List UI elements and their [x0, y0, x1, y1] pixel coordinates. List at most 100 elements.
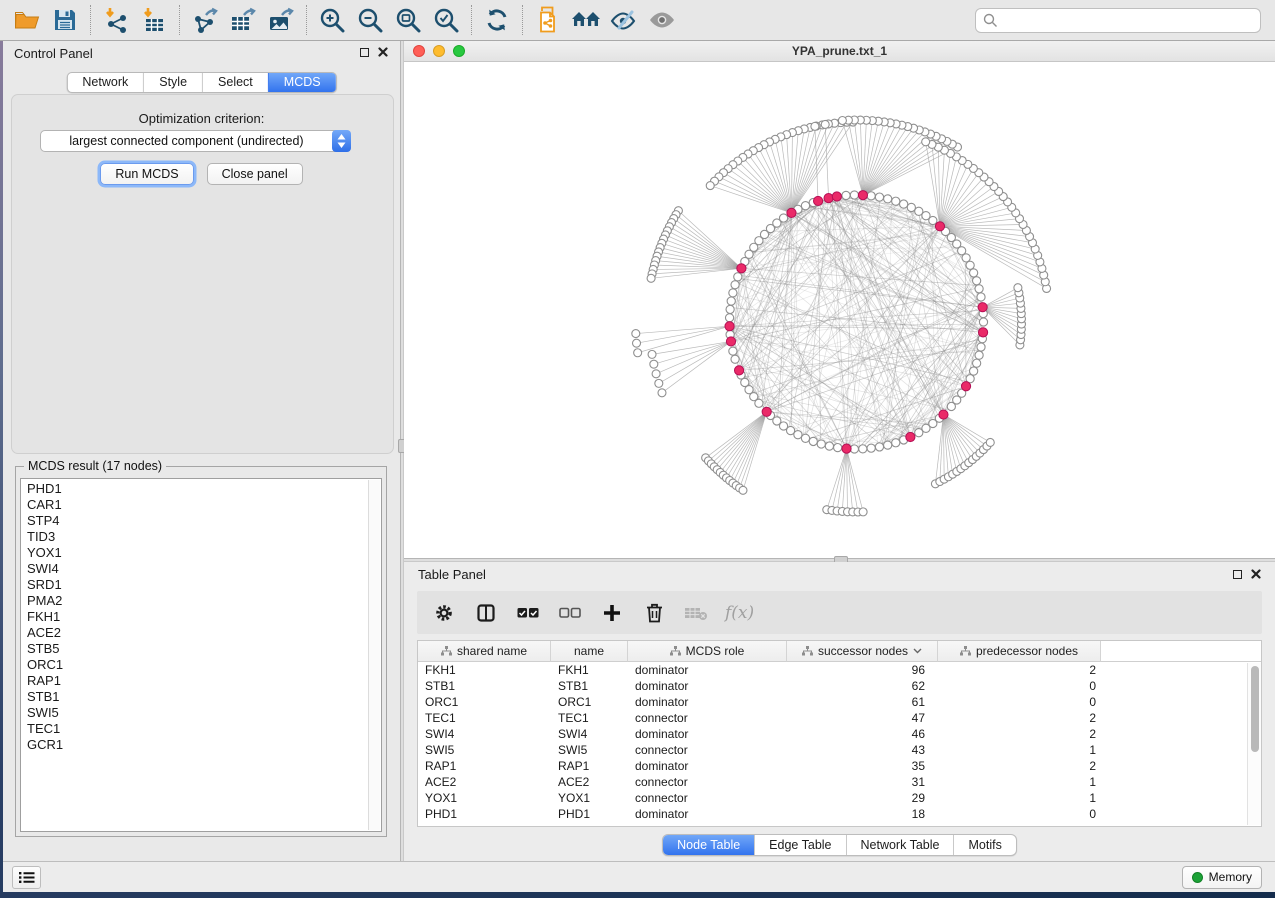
column-header-predecessor-nodes[interactable]: predecessor nodes — [938, 641, 1101, 662]
mcds-result-item[interactable]: PHD1 — [27, 481, 381, 497]
mcds-result-item[interactable]: FKH1 — [27, 609, 381, 625]
mcds-result-item[interactable]: TID3 — [27, 529, 381, 545]
zoom-in-icon — [319, 7, 345, 33]
export-table-button[interactable] — [224, 3, 262, 37]
save-session-button[interactable] — [46, 3, 84, 37]
run-mcds-button[interactable]: Run MCDS — [100, 163, 193, 185]
tab-edge-table[interactable]: Edge Table — [754, 835, 845, 855]
refresh-button[interactable] — [478, 3, 516, 37]
list-scrollbar[interactable] — [368, 480, 380, 830]
table-cell: ORC1 — [551, 695, 628, 709]
maximize-window-button[interactable] — [453, 45, 465, 57]
mcds-result-item[interactable]: GCR1 — [27, 737, 381, 753]
table-cell: 2 — [938, 759, 1101, 773]
table-cell: dominator — [628, 807, 787, 821]
mcds-result-list[interactable]: PHD1CAR1STP4TID3YOX1SWI4SRD1PMA2FKH1ACE2… — [20, 478, 382, 832]
export-image-button[interactable] — [262, 3, 300, 37]
import-network-button[interactable] — [97, 3, 135, 37]
first-neighbors-button[interactable] — [567, 3, 605, 37]
delete-column-button[interactable] — [641, 600, 667, 626]
network-graph[interactable] — [404, 62, 1275, 558]
table-row[interactable]: STB1STB1dominator620 — [418, 678, 1261, 694]
scrollbar-thumb[interactable] — [1251, 666, 1259, 752]
mcds-result-item[interactable]: PMA2 — [27, 593, 381, 609]
table-panel-title: Table Panel — [418, 567, 486, 582]
attribute-icon — [670, 646, 681, 656]
optimization-criterion-label: Optimization criterion: — [3, 111, 400, 126]
table-cell: 43 — [787, 743, 938, 757]
table-row[interactable]: PHD1PHD1dominator180 — [418, 806, 1261, 822]
close-panel-icon[interactable] — [378, 47, 388, 57]
open-file-button[interactable] — [8, 3, 46, 37]
tab-select[interactable]: Select — [202, 73, 268, 92]
table-cell: 61 — [787, 695, 938, 709]
table-row[interactable]: YOX1YOX1connector291 — [418, 790, 1261, 806]
show-all-button[interactable] — [643, 3, 681, 37]
memory-button[interactable]: Memory — [1182, 866, 1262, 889]
mcds-result-item[interactable]: ACE2 — [27, 625, 381, 641]
zoom-out-button[interactable] — [351, 3, 389, 37]
table-row[interactable]: RAP1RAP1dominator352 — [418, 758, 1261, 774]
table-cell: connector — [628, 743, 787, 757]
close-panel-button[interactable]: Close panel — [207, 163, 303, 185]
select-all-columns-button[interactable] — [515, 600, 541, 626]
mcds-result-item[interactable]: TEC1 — [27, 721, 381, 737]
network-window-titlebar[interactable]: YPA_prune.txt_1 — [404, 41, 1275, 62]
criterion-dropdown[interactable]: largest connected component (undirected) — [40, 130, 351, 152]
zoom-selected-button[interactable] — [427, 3, 465, 37]
network-canvas[interactable] — [404, 62, 1275, 558]
mcds-result-item[interactable]: SRD1 — [27, 577, 381, 593]
task-history-button[interactable] — [12, 866, 41, 889]
hide-selected-button[interactable] — [605, 3, 643, 37]
function-builder-button[interactable]: f(x) — [725, 603, 754, 623]
table-row[interactable]: SWI5SWI5connector431 — [418, 742, 1261, 758]
mcds-result-item[interactable]: RAP1 — [27, 673, 381, 689]
zoom-in-button[interactable] — [313, 3, 351, 37]
network-window: YPA_prune.txt_1 — [404, 41, 1275, 558]
float-panel-icon[interactable] — [1233, 570, 1242, 579]
mcds-result-item[interactable]: STB1 — [27, 689, 381, 705]
mcds-result-item[interactable]: ORC1 — [27, 657, 381, 673]
table-row[interactable]: TEC1TEC1connector472 — [418, 710, 1261, 726]
deselect-all-columns-button[interactable] — [557, 600, 583, 626]
mcds-result-item[interactable]: STP4 — [27, 513, 381, 529]
create-column-button[interactable] — [599, 600, 625, 626]
mcds-result-item[interactable]: STB5 — [27, 641, 381, 657]
table-cell: STB1 — [418, 679, 551, 693]
tab-mcds[interactable]: MCDS — [268, 73, 336, 92]
column-header-mcds-role[interactable]: MCDS role — [628, 641, 787, 662]
table-row[interactable]: SWI4SWI4dominator462 — [418, 726, 1261, 742]
tab-style[interactable]: Style — [143, 73, 202, 92]
close-panel-icon[interactable] — [1251, 569, 1261, 579]
mcds-result-item[interactable]: SWI4 — [27, 561, 381, 577]
tab-network[interactable]: Network — [67, 73, 143, 92]
tab-motifs[interactable]: Motifs — [953, 835, 1015, 855]
mcds-result-item[interactable]: SWI5 — [27, 705, 381, 721]
table-row[interactable]: FKH1FKH1dominator962 — [418, 662, 1261, 678]
minimize-window-button[interactable] — [433, 45, 445, 57]
export-network-button[interactable] — [186, 3, 224, 37]
plus-icon — [603, 604, 621, 622]
mcds-result-item[interactable]: YOX1 — [27, 545, 381, 561]
table-scrollbar[interactable] — [1247, 663, 1261, 825]
column-header-successor-nodes[interactable]: successor nodes — [787, 641, 938, 662]
delete-table-button[interactable] — [683, 600, 709, 626]
float-panel-icon[interactable] — [360, 48, 369, 57]
table-row[interactable]: ACE2ACE2connector311 — [418, 774, 1261, 790]
table-cell: ACE2 — [418, 775, 551, 789]
search-input[interactable] — [975, 8, 1261, 33]
column-label: name — [574, 644, 604, 658]
mcds-result-item[interactable]: CAR1 — [27, 497, 381, 513]
show-columns-button[interactable] — [473, 600, 499, 626]
tab-network-table[interactable]: Network Table — [846, 835, 954, 855]
tab-node-table[interactable]: Node Table — [663, 835, 754, 855]
close-window-button[interactable] — [413, 45, 425, 57]
import-table-button[interactable] — [135, 3, 173, 37]
clone-network-button[interactable] — [529, 3, 567, 37]
table-settings-button[interactable] — [431, 600, 457, 626]
column-header-name[interactable]: name — [551, 641, 628, 662]
zoom-fit-button[interactable] — [389, 3, 427, 37]
column-header-shared-name[interactable]: shared name — [418, 641, 551, 662]
zoom-fit-icon — [395, 7, 421, 33]
table-row[interactable]: ORC1ORC1dominator610 — [418, 694, 1261, 710]
